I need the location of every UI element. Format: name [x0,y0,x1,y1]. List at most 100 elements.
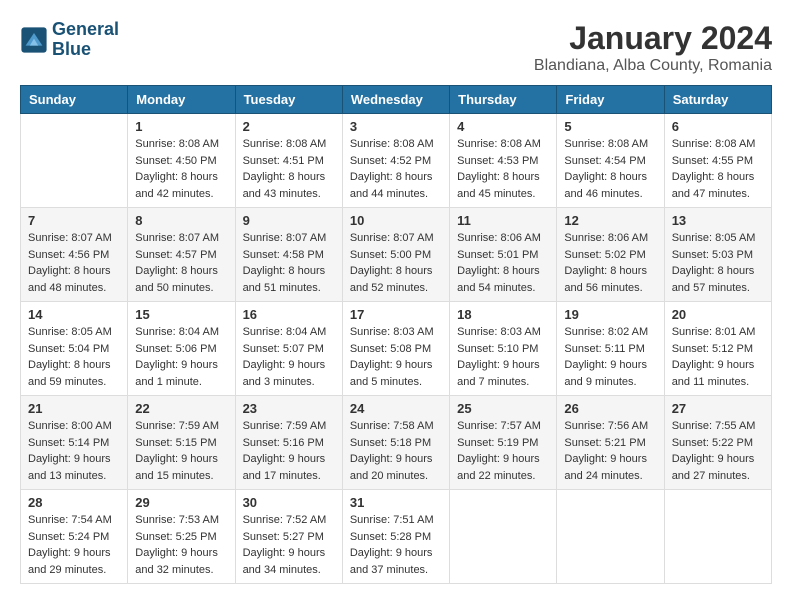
day-number: 26 [564,401,656,416]
day-number: 22 [135,401,227,416]
day-number: 20 [672,307,764,322]
day-info: Sunrise: 7:53 AMSunset: 5:25 PMDaylight:… [135,512,227,578]
calendar-cell: 25 Sunrise: 7:57 AMSunset: 5:19 PMDayligh… [450,396,557,490]
day-info: Sunrise: 8:08 AMSunset: 4:54 PMDaylight:… [564,136,656,202]
calendar-cell: 22 Sunrise: 7:59 AMSunset: 5:15 PMDayligh… [128,396,235,490]
day-info: Sunrise: 8:07 AMSunset: 4:58 PMDaylight:… [243,230,335,296]
day-info: Sunrise: 7:59 AMSunset: 5:15 PMDaylight:… [135,418,227,484]
calendar-cell: 21 Sunrise: 8:00 AMSunset: 5:14 PMDayligh… [21,396,128,490]
weekday-header: Saturday [664,86,771,114]
day-number: 4 [457,119,549,134]
day-number: 7 [28,213,120,228]
day-number: 24 [350,401,442,416]
weekday-header-row: SundayMondayTuesdayWednesdayThursdayFrid… [21,86,772,114]
day-info: Sunrise: 8:06 AMSunset: 5:01 PMDaylight:… [457,230,549,296]
title-section: January 2024 Blandiana, Alba County, Rom… [534,20,772,75]
day-number: 3 [350,119,442,134]
calendar-cell [21,114,128,208]
day-number: 12 [564,213,656,228]
calendar-cell: 17 Sunrise: 8:03 AMSunset: 5:08 PMDayligh… [342,302,449,396]
calendar-cell: 29 Sunrise: 7:53 AMSunset: 5:25 PMDayligh… [128,490,235,584]
calendar-cell: 3Sunrise: 8:08 AMSunset: 4:52 PMDaylight… [342,114,449,208]
calendar-cell: 8Sunrise: 8:07 AMSunset: 4:57 PMDaylight… [128,208,235,302]
calendar-week-row: 7Sunrise: 8:07 AMSunset: 4:56 PMDaylight… [21,208,772,302]
weekday-header: Friday [557,86,664,114]
day-info: Sunrise: 8:08 AMSunset: 4:53 PMDaylight:… [457,136,549,202]
logo: General Blue [20,20,119,60]
day-number: 17 [350,307,442,322]
weekday-header: Monday [128,86,235,114]
day-info: Sunrise: 8:05 AMSunset: 5:04 PMDaylight:… [28,324,120,390]
day-number: 13 [672,213,764,228]
day-info: Sunrise: 8:02 AMSunset: 5:11 PMDaylight:… [564,324,656,390]
logo-text: General Blue [52,20,119,60]
calendar-week-row: 1 Sunrise: 8:08 AMSunset: 4:50 PMDaylight… [21,114,772,208]
day-number: 9 [243,213,335,228]
day-info: Sunrise: 8:03 AMSunset: 5:10 PMDaylight:… [457,324,549,390]
day-info: Sunrise: 7:55 AMSunset: 5:22 PMDaylight:… [672,418,764,484]
calendar-cell [557,490,664,584]
location-title: Blandiana, Alba County, Romania [534,57,772,75]
calendar-cell: 31Sunrise: 7:51 AMSunset: 5:28 PMDayligh… [342,490,449,584]
calendar-cell [450,490,557,584]
day-number: 25 [457,401,549,416]
calendar-cell: 10Sunrise: 8:07 AMSunset: 5:00 PMDayligh… [342,208,449,302]
day-number: 21 [28,401,120,416]
day-info: Sunrise: 7:56 AMSunset: 5:21 PMDaylight:… [564,418,656,484]
calendar-cell: 5 Sunrise: 8:08 AMSunset: 4:54 PMDaylight… [557,114,664,208]
day-info: Sunrise: 8:00 AMSunset: 5:14 PMDaylight:… [28,418,120,484]
weekday-header: Wednesday [342,86,449,114]
day-info: Sunrise: 7:52 AMSunset: 5:27 PMDaylight:… [243,512,335,578]
day-number: 31 [350,495,442,510]
calendar-cell: 27 Sunrise: 7:55 AMSunset: 5:22 PMDayligh… [664,396,771,490]
calendar-cell: 26 Sunrise: 7:56 AMSunset: 5:21 PMDayligh… [557,396,664,490]
calendar-cell: 23 Sunrise: 7:59 AMSunset: 5:16 PMDayligh… [235,396,342,490]
day-number: 28 [28,495,120,510]
day-number: 16 [243,307,335,322]
calendar-table: SundayMondayTuesdayWednesdayThursdayFrid… [20,85,772,584]
calendar-cell: 24 Sunrise: 7:58 AMSunset: 5:18 PMDayligh… [342,396,449,490]
day-number: 2 [243,119,335,134]
weekday-header: Sunday [21,86,128,114]
calendar-cell: 19 Sunrise: 8:02 AMSunset: 5:11 PMDayligh… [557,302,664,396]
calendar-cell: 13Sunrise: 8:05 AMSunset: 5:03 PMDayligh… [664,208,771,302]
calendar-cell: 18 Sunrise: 8:03 AMSunset: 5:10 PMDayligh… [450,302,557,396]
day-number: 27 [672,401,764,416]
day-number: 15 [135,307,227,322]
day-number: 29 [135,495,227,510]
day-number: 23 [243,401,335,416]
day-info: Sunrise: 7:59 AMSunset: 5:16 PMDaylight:… [243,418,335,484]
calendar-week-row: 21 Sunrise: 8:00 AMSunset: 5:14 PMDayligh… [21,396,772,490]
calendar-cell: 28Sunrise: 7:54 AMSunset: 5:24 PMDayligh… [21,490,128,584]
day-number: 5 [564,119,656,134]
day-info: Sunrise: 8:08 AMSunset: 4:50 PMDaylight:… [135,136,227,202]
day-number: 8 [135,213,227,228]
day-info: Sunrise: 8:04 AMSunset: 5:06 PMDaylight:… [135,324,227,390]
calendar-cell [664,490,771,584]
calendar-cell: 7Sunrise: 8:07 AMSunset: 4:56 PMDaylight… [21,208,128,302]
calendar-cell: 2 Sunrise: 8:08 AMSunset: 4:51 PMDaylight… [235,114,342,208]
day-info: Sunrise: 7:58 AMSunset: 5:18 PMDaylight:… [350,418,442,484]
day-info: Sunrise: 8:08 AMSunset: 4:51 PMDaylight:… [243,136,335,202]
day-info: Sunrise: 8:04 AMSunset: 5:07 PMDaylight:… [243,324,335,390]
day-number: 19 [564,307,656,322]
calendar-cell: 1 Sunrise: 8:08 AMSunset: 4:50 PMDaylight… [128,114,235,208]
day-info: Sunrise: 7:57 AMSunset: 5:19 PMDaylight:… [457,418,549,484]
calendar-cell: 30 Sunrise: 7:52 AMSunset: 5:27 PMDayligh… [235,490,342,584]
weekday-header: Thursday [450,86,557,114]
day-number: 1 [135,119,227,134]
day-number: 10 [350,213,442,228]
calendar-cell: 11Sunrise: 8:06 AMSunset: 5:01 PMDayligh… [450,208,557,302]
logo-line1: General [52,19,119,39]
calendar-cell: 6 Sunrise: 8:08 AMSunset: 4:55 PMDaylight… [664,114,771,208]
day-info: Sunrise: 8:06 AMSunset: 5:02 PMDaylight:… [564,230,656,296]
day-info: Sunrise: 8:03 AMSunset: 5:08 PMDaylight:… [350,324,442,390]
day-number: 18 [457,307,549,322]
day-info: Sunrise: 8:08 AMSunset: 4:55 PMDaylight:… [672,136,764,202]
calendar-cell: 20Sunrise: 8:01 AMSunset: 5:12 PMDayligh… [664,302,771,396]
day-number: 6 [672,119,764,134]
weekday-header: Tuesday [235,86,342,114]
calendar-cell: 14Sunrise: 8:05 AMSunset: 5:04 PMDayligh… [21,302,128,396]
day-number: 30 [243,495,335,510]
logo-icon [20,26,48,54]
